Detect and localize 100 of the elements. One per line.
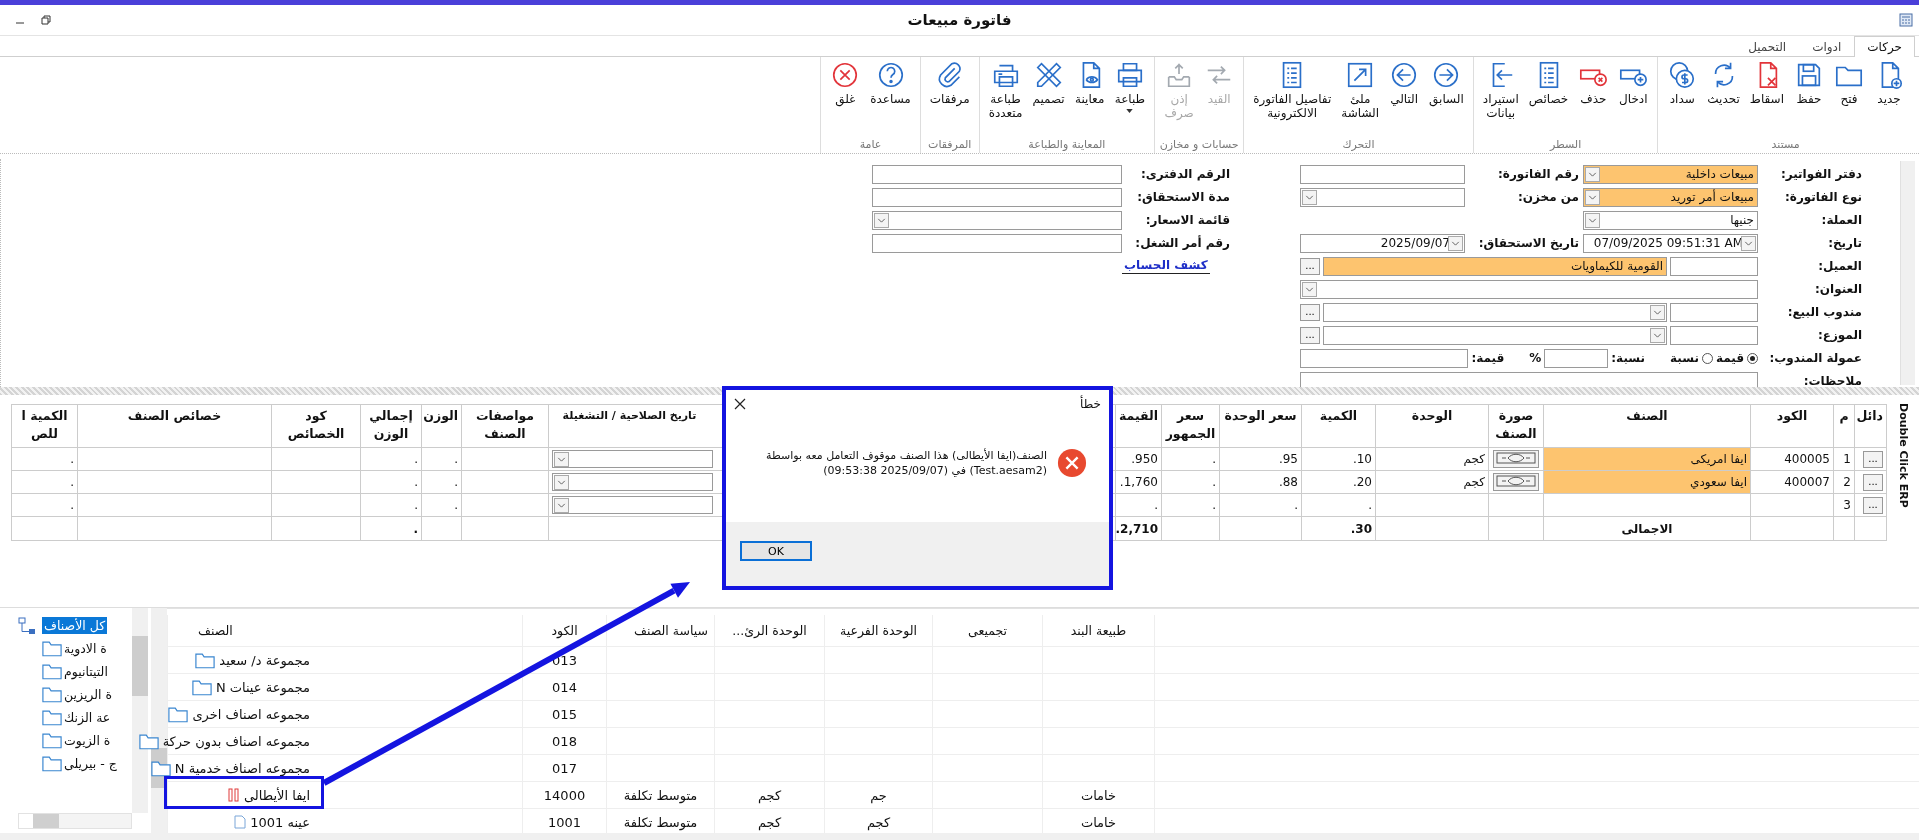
tree-item[interactable]: عة الزنك bbox=[62, 709, 113, 726]
dropdown-field[interactable]: 2025/09/07 bbox=[1300, 233, 1465, 253]
dropdown-button[interactable] bbox=[1650, 304, 1665, 320]
ribbon-tab[interactable]: ادوات bbox=[1799, 36, 1855, 56]
code-field[interactable] bbox=[1670, 302, 1758, 322]
list-item[interactable]: مجموعه اصناف خدمية N bbox=[174, 760, 310, 776]
dropdown-field[interactable] bbox=[1323, 325, 1667, 345]
dropdown-button[interactable] bbox=[554, 497, 569, 513]
dropdown-field[interactable] bbox=[1300, 187, 1465, 207]
toolbar-button[interactable]: معاينة bbox=[1069, 60, 1110, 106]
dropdown-button[interactable] bbox=[1650, 327, 1665, 343]
folder-icon bbox=[168, 705, 189, 723]
ribbon-tab[interactable]: حركات bbox=[1854, 36, 1915, 57]
dropdown-button[interactable] bbox=[1302, 281, 1317, 297]
dropdown-button[interactable] bbox=[1741, 235, 1756, 251]
list-item[interactable]: ايفا الأيطالى bbox=[244, 787, 310, 803]
table-cell: 015 bbox=[522, 700, 606, 727]
dropdown-button[interactable] bbox=[874, 212, 889, 228]
tree-item[interactable]: كل الأصناف bbox=[42, 617, 108, 634]
browse-button[interactable]: ... bbox=[1300, 257, 1320, 275]
percent-field[interactable] bbox=[1544, 348, 1609, 368]
input-field[interactable] bbox=[872, 187, 1122, 207]
total-cell bbox=[1833, 517, 1854, 541]
close-icon[interactable] bbox=[734, 398, 746, 410]
tree-item[interactable]: التيتانيوم bbox=[62, 663, 110, 680]
amount-field[interactable] bbox=[1300, 348, 1469, 368]
ribbon-tab[interactable]: التحميل bbox=[1735, 36, 1800, 56]
picture-button[interactable] bbox=[1493, 473, 1539, 491]
dropdown-button[interactable] bbox=[1585, 212, 1600, 228]
toolbar-button[interactable]: خصائص bbox=[1523, 60, 1574, 106]
input-field[interactable] bbox=[872, 233, 1122, 253]
dropdown-field[interactable] bbox=[872, 210, 1122, 230]
dropdown-field[interactable]: مبيعات أمر توريد bbox=[1583, 187, 1758, 207]
dropdown-field[interactable]: جنيها bbox=[1583, 210, 1758, 230]
restore-icon[interactable] bbox=[40, 14, 52, 26]
table-cell: 20. bbox=[1301, 471, 1375, 494]
item-cell[interactable] bbox=[1543, 494, 1750, 517]
toolbar-button[interactable]: جديد bbox=[1869, 60, 1909, 106]
toolbar-button[interactable]: مرفقات bbox=[924, 60, 975, 106]
dropdown-field[interactable] bbox=[552, 450, 713, 468]
account-statement-link[interactable]: كشف الحساب bbox=[1122, 258, 1210, 274]
dropdown-button[interactable] bbox=[1585, 189, 1600, 205]
input-field[interactable] bbox=[1300, 164, 1465, 184]
dropdown-button[interactable] bbox=[554, 451, 569, 467]
list-item[interactable]: مجموعه اصناف بدون حركة bbox=[162, 733, 310, 749]
list-item[interactable]: مجموعه اصناف اخرى bbox=[192, 706, 310, 722]
alternatives-button[interactable]: ... bbox=[1863, 496, 1883, 514]
total-cell bbox=[1488, 517, 1543, 541]
toolbar-button[interactable]: حذف bbox=[1573, 60, 1614, 106]
group-label: المرفقات bbox=[928, 138, 972, 153]
toolbar-button[interactable]: تفاصيل الفاتورة الالكترونية bbox=[1248, 60, 1337, 120]
dropdown-button[interactable] bbox=[1585, 166, 1600, 182]
toolbar-button[interactable]: اسقاط bbox=[1744, 60, 1789, 106]
side-label: Double Click ERP bbox=[1896, 403, 1910, 508]
toolbar-button[interactable]: مساعدة bbox=[865, 60, 916, 106]
dropdown-field[interactable]: مبيعات داخلية bbox=[1583, 164, 1758, 184]
list-item[interactable]: عينه 1001 bbox=[250, 814, 310, 830]
tree-item[interactable]: ة الزيوت bbox=[62, 732, 113, 749]
picture-button[interactable] bbox=[1493, 450, 1539, 468]
code-field[interactable] bbox=[1670, 325, 1758, 345]
toolbar-button[interactable]: سداد bbox=[1662, 60, 1703, 106]
tree-item[interactable]: ة الادوية bbox=[62, 640, 109, 657]
toolbar-button[interactable]: حفظ bbox=[1789, 60, 1829, 106]
toolbar-button[interactable]: ادخال bbox=[1613, 60, 1654, 106]
field-label: الرقم الدفترى: bbox=[1139, 167, 1231, 181]
dropdown-button[interactable] bbox=[554, 474, 569, 490]
tree-item[interactable]: ج - بيريلى bbox=[62, 755, 119, 772]
item-cell[interactable]: ايفا امريكى bbox=[1543, 448, 1750, 471]
scrollbar[interactable] bbox=[1900, 161, 1915, 385]
scrollbar[interactable] bbox=[132, 608, 148, 813]
browse-button[interactable]: ... bbox=[1300, 303, 1320, 321]
toolbar-button[interactable]: تصميم bbox=[1027, 60, 1070, 106]
customer-field[interactable]: القومية للكيماويات bbox=[1323, 256, 1667, 276]
ok-button[interactable]: OK bbox=[740, 541, 812, 561]
list-item[interactable]: مجموعة عينات N bbox=[215, 679, 310, 695]
dropdown-button[interactable] bbox=[1448, 235, 1463, 251]
dropdown-button[interactable] bbox=[1302, 189, 1317, 205]
toolbar-button[interactable]: ملئ الشاشة bbox=[1336, 60, 1385, 120]
alternatives-button[interactable]: ... bbox=[1863, 473, 1883, 491]
toolbar-button[interactable]: التالي bbox=[1384, 60, 1425, 106]
input-field[interactable] bbox=[872, 164, 1122, 184]
code-field[interactable] bbox=[1670, 256, 1758, 276]
toolbar-button[interactable]: غلق bbox=[825, 60, 866, 106]
toolbar-button[interactable]: فتح bbox=[1829, 60, 1869, 106]
dropdown-field[interactable] bbox=[552, 473, 713, 491]
browse-button[interactable]: ... bbox=[1300, 326, 1320, 344]
toolbar-button[interactable]: السابق bbox=[1424, 60, 1469, 106]
toolbar-button[interactable]: استيراد بيانات bbox=[1477, 60, 1524, 120]
list-item[interactable]: مجموعة د/ سعيد bbox=[219, 652, 310, 668]
dropdown-field[interactable] bbox=[552, 496, 713, 514]
hierarchy-icon bbox=[18, 616, 38, 635]
dropdown-field[interactable] bbox=[1323, 302, 1667, 322]
dropdown-field[interactable] bbox=[1300, 279, 1758, 299]
item-cell[interactable]: ايفا سعودي bbox=[1543, 471, 1750, 494]
toolbar-button[interactable]: طباعة bbox=[1109, 60, 1151, 113]
toolbar-button[interactable]: طباعة متعددة bbox=[983, 60, 1028, 120]
tree-item[interactable]: ة الريزين bbox=[62, 686, 115, 703]
alternatives-button[interactable]: ... bbox=[1863, 450, 1883, 468]
scrollbar[interactable] bbox=[18, 813, 132, 829]
toolbar-button[interactable]: تحديث bbox=[1702, 60, 1745, 106]
